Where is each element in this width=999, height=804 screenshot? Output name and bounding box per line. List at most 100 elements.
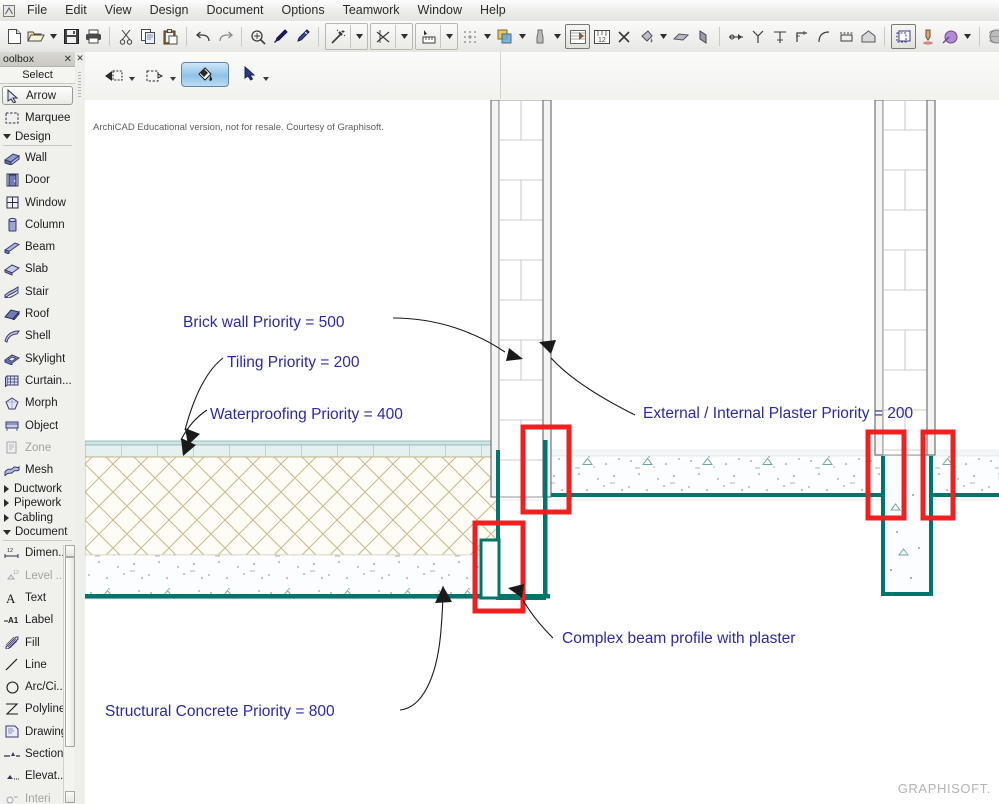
sidebar-item-wall[interactable]: Wall	[0, 147, 75, 169]
sidebar-item-roof[interactable]: Roof	[0, 303, 75, 325]
menu-view[interactable]: View	[96, 0, 141, 21]
slab-icon	[2, 260, 22, 279]
sidebar-category-design[interactable]: Design	[0, 129, 75, 144]
sidebar-item-mesh[interactable]: Mesh	[0, 459, 75, 481]
connect-icon[interactable]	[725, 25, 747, 49]
sidebar-item-object[interactable]: Object	[0, 414, 75, 436]
drawing-canvas[interactable]: ArchiCAD Educational version, not for re…	[85, 100, 999, 804]
paste-icon[interactable]	[159, 25, 181, 49]
offset-icon[interactable]	[835, 25, 857, 49]
adjust-icon[interactable]	[769, 25, 791, 49]
sidebar-item-label: Label	[25, 614, 54, 627]
fill-pour-icon[interactable]	[635, 25, 657, 49]
sidebar-category-cabling[interactable]: Cabling	[0, 510, 75, 525]
menu-document[interactable]: Document	[198, 0, 273, 21]
menu-file[interactable]: File	[18, 0, 56, 21]
close-icon[interactable]: ✕	[75, 52, 85, 64]
arrow-select-dropdown[interactable]	[263, 77, 269, 81]
magic-wand-icon[interactable]	[326, 25, 350, 48]
menu-help[interactable]: Help	[471, 0, 515, 21]
layers-dropdown[interactable]	[516, 25, 529, 49]
sidebar-item-label: Polyline	[25, 703, 66, 716]
sidebar-category-pipework[interactable]: Pipework	[0, 496, 75, 511]
pen-weight-icon[interactable]	[529, 25, 551, 49]
layers-icon[interactable]	[494, 25, 516, 49]
sidebar-item-beam[interactable]: Beam	[0, 236, 75, 258]
sidebar-category-ductwork[interactable]: Ductwork	[0, 481, 75, 496]
grid-snap-dropdown[interactable]	[481, 25, 494, 49]
marquee-3d-icon[interactable]	[891, 24, 916, 49]
annotation-plaster: External / Internal Plaster Priority = 2…	[643, 405, 914, 422]
toolbox-scrollbar[interactable]	[63, 545, 75, 803]
new-file-icon[interactable]	[3, 25, 25, 49]
print-icon[interactable]	[82, 25, 104, 49]
surface-flip-icon[interactable]	[692, 25, 714, 49]
tool-pointer-dropdown[interactable]	[129, 77, 135, 81]
menu-options[interactable]: Options	[272, 0, 333, 21]
trim-icon[interactable]	[371, 25, 395, 48]
arrow-select-icon[interactable]	[240, 64, 260, 84]
measure-icon[interactable]	[416, 25, 440, 48]
scrollbar-thumb[interactable]	[65, 557, 75, 747]
sidebar-item-skylight[interactable]: Skylight	[0, 347, 75, 369]
cut-icon[interactable]	[115, 25, 137, 49]
surface-paint-icon[interactable]	[670, 25, 692, 49]
eyedropper-inject-icon[interactable]	[291, 25, 313, 49]
save-icon[interactable]	[60, 25, 82, 49]
fill-pour-dropdown[interactable]	[657, 25, 670, 49]
undo-icon[interactable]	[192, 25, 214, 49]
sidebar-item-label: Object	[25, 419, 59, 432]
sidebar-category-document[interactable]: Document	[0, 525, 75, 540]
redo-icon[interactable]	[214, 25, 236, 49]
3d-cutaway-icon[interactable]	[917, 25, 939, 49]
menu-teamwork[interactable]: Teamwork	[334, 0, 409, 21]
eyedropper-pick-icon[interactable]	[269, 25, 291, 49]
sidebar-item-column[interactable]: Column	[0, 214, 75, 236]
marquee-settings-icon[interactable]	[144, 66, 166, 86]
curve-fillet-icon[interactable]	[813, 25, 835, 49]
intersect-icon[interactable]	[791, 25, 813, 49]
measure-dropdown[interactable]	[440, 25, 457, 48]
scroll-down-button[interactable]	[65, 791, 75, 803]
zoom-window-icon[interactable]	[247, 25, 269, 49]
drag-grip[interactable]	[78, 72, 81, 98]
separator	[719, 27, 720, 46]
renovation-dropdown[interactable]	[961, 25, 974, 49]
open-file-dropdown[interactable]	[47, 25, 60, 49]
open-file-icon[interactable]	[25, 25, 47, 49]
sidebar-item-curtain-wall[interactable]: Curtain...	[0, 370, 75, 392]
scissors-icon[interactable]	[613, 25, 635, 49]
sidebar-item-window[interactable]: Window	[0, 191, 75, 213]
copy-icon[interactable]	[137, 25, 159, 49]
menu-design[interactable]: Design	[141, 0, 198, 21]
sidebar-item-stair[interactable]: Stair	[0, 281, 75, 303]
magic-wand-dropdown[interactable]	[350, 25, 367, 48]
trim-dropdown[interactable]	[395, 25, 412, 48]
solid-ops-icon[interactable]	[857, 25, 879, 49]
tool-options-bar	[85, 52, 999, 101]
grid-snap-icon[interactable]	[459, 25, 481, 49]
sidebar-item-label: Wall	[25, 151, 47, 164]
scroll-up-button[interactable]	[65, 545, 75, 557]
sidebar-item-zone[interactable]: Zone	[0, 437, 75, 459]
split-icon[interactable]	[747, 25, 769, 49]
sidebar-item-shell[interactable]: Shell	[0, 325, 75, 347]
close-icon[interactable]: ✕	[64, 54, 72, 65]
menu-window[interactable]: Window	[409, 0, 471, 21]
menu-edit[interactable]: Edit	[56, 0, 96, 21]
sidebar-item-slab[interactable]: Slab	[0, 258, 75, 280]
sidebar-item-door[interactable]: Door	[0, 169, 75, 191]
sidebar-item-arrow[interactable]: Arrow	[2, 86, 73, 105]
sidebar-item-label: Interi	[25, 792, 51, 804]
sidebar-item-morph[interactable]: Morph	[0, 392, 75, 414]
dimension-settings-icon[interactable]: 12	[591, 25, 613, 49]
fill-pour-active-icon[interactable]	[181, 62, 229, 87]
sidebar-category-label: Pipework	[14, 497, 62, 509]
tool-pointer-settings-icon[interactable]	[103, 66, 125, 86]
globe-icon[interactable]	[985, 25, 999, 49]
renovation-icon[interactable]	[939, 25, 961, 49]
sidebar-item-marquee[interactable]: Marquee	[0, 107, 75, 129]
build-material-icon[interactable]	[565, 24, 590, 49]
marquee-dropdown[interactable]	[170, 77, 176, 81]
pen-weight-dropdown[interactable]	[551, 25, 564, 49]
